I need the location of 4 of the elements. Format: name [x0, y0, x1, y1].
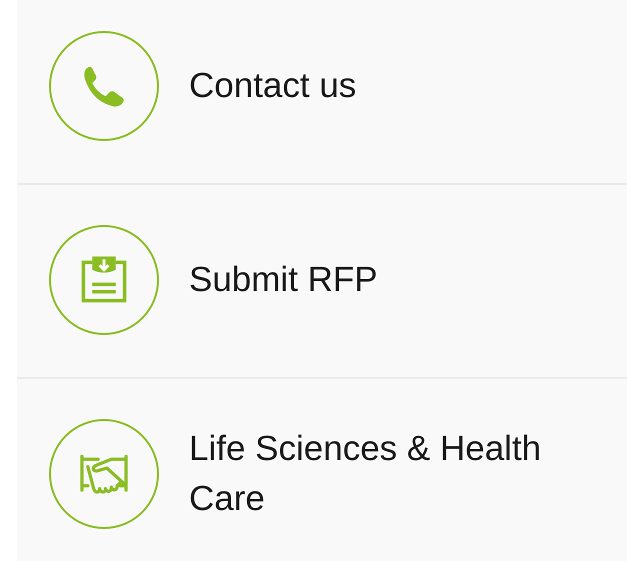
clipboard-download-icon — [79, 255, 129, 305]
menu-link[interactable]: Submit RFP — [189, 255, 378, 305]
menu-link[interactable]: Contact us — [189, 61, 356, 111]
menu-link[interactable]: Life Sciences & Health Care — [189, 424, 589, 524]
